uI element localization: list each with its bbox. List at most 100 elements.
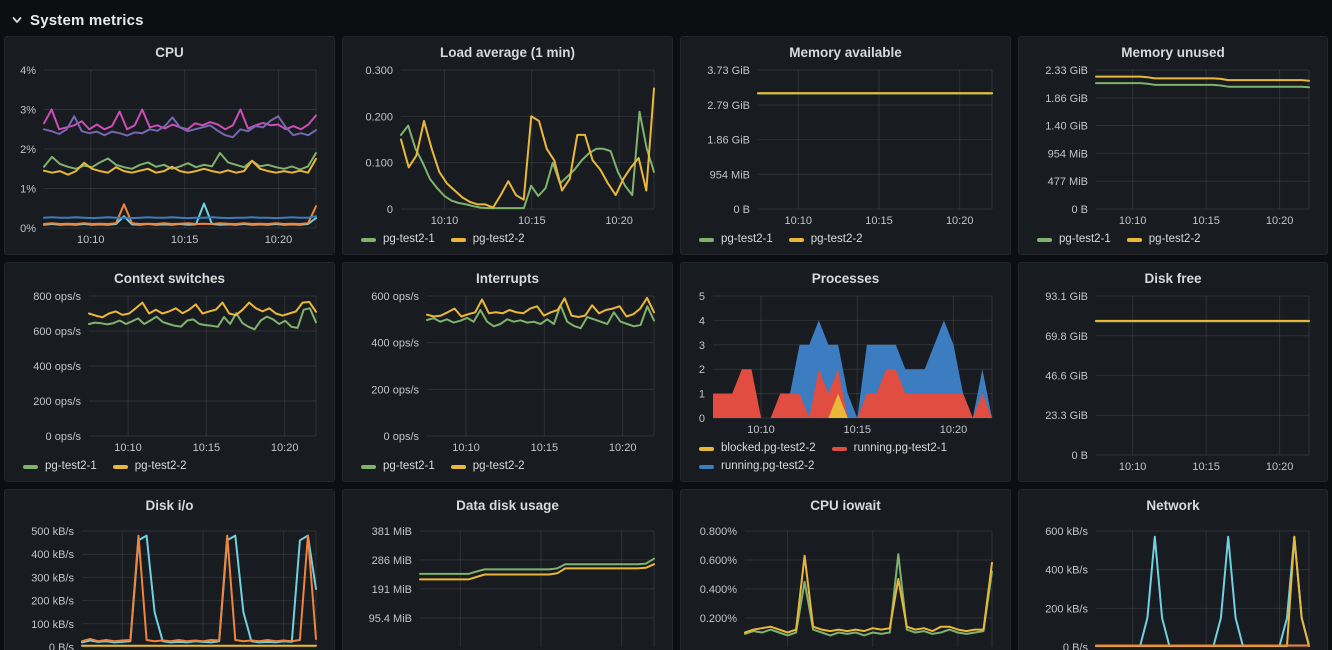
panel-memory-available: Memory available0 B954 MiB1.86 GiB2.79 G… [680,36,1011,255]
y-axis-tick-label: 0.100 [365,158,393,170]
chart-canvas[interactable]: 0.200%0.400%0.600%0.800%10:1010:1510:20 [691,517,1000,650]
panel-title[interactable]: CPU [15,42,324,64]
series-line-pg-test2-1 [745,554,992,635]
y-axis-tick-label: 95.4 MiB [369,613,412,625]
panel-title[interactable]: CPU iowait [691,495,1000,517]
series-color-swatch [361,465,376,469]
legend-item[interactable]: pg-test2-1 [361,459,435,474]
chart-canvas[interactable]: 0 B23.3 GiB46.6 GiB69.8 GiB93.1 GiB10:10… [1029,290,1317,475]
series-line-orange-series [44,204,316,224]
y-axis-tick-label: 2.79 GiB [707,100,750,112]
series-color-swatch [361,238,376,242]
legend-label: pg-test2-2 [473,459,525,474]
series-line-purple-series [44,116,316,137]
y-axis-tick-label: 93.1 GiB [1045,291,1088,303]
series-line-green-series [44,153,316,170]
chart-canvas[interactable]: 0 ops/s200 ops/s400 ops/s600 ops/s10:101… [353,290,662,456]
legend-item[interactable]: pg-test2-2 [113,459,187,474]
panel-title[interactable]: Memory unused [1029,42,1317,64]
chart-canvas[interactable]: 00.1000.2000.30010:1010:1510:20 [353,64,662,229]
legend-label: running.pg-test2-1 [854,441,947,456]
legend-item[interactable]: running.pg-test2-2 [699,459,814,474]
x-axis-tick-label: 10:15 [1192,215,1220,227]
y-axis-tick-label: 0 B/s [49,642,75,650]
series-line-yellow-series [1096,537,1309,646]
x-axis-tick-label: 10:10 [784,215,812,227]
chart-canvas[interactable]: 01234510:1010:1510:20 [691,290,1000,438]
legend: pg-test2-1 pg-test2-2 [15,456,324,475]
legend-item[interactable]: pg-test2-2 [451,232,525,247]
panel-title[interactable]: Processes [691,268,1000,290]
panel-title[interactable]: Network [1029,495,1317,517]
legend-item[interactable]: pg-test2-1 [1037,232,1111,247]
legend-label: pg-test2-2 [811,232,863,247]
series-color-swatch [1127,238,1142,242]
series-line-pg-test2-2 [1096,77,1309,81]
series-color-swatch [699,447,714,451]
panel-title[interactable]: Disk free [1029,268,1317,290]
x-axis-tick-label: 10:15 [171,234,199,246]
y-axis-tick-label: 0 [387,204,393,216]
legend-item[interactable]: pg-test2-1 [361,232,435,247]
series-color-swatch [451,238,466,242]
x-axis-tick-label: 10:10 [1119,461,1147,473]
series-line-pg-test2-1 [420,559,654,574]
panel-title[interactable]: Disk i/o [15,495,324,517]
chart-canvas[interactable]: 0 B/s200 kB/s400 kB/s600 kB/s10:1010:151… [1029,517,1317,650]
panel-context-switches: Context switches0 ops/s200 ops/s400 ops/… [4,262,335,482]
chevron-down-icon [10,13,24,27]
legend-item[interactable]: pg-test2-1 [23,459,97,474]
legend-item[interactable]: blocked.pg-test2-2 [699,441,816,456]
y-axis-tick-label: 0 B [733,204,750,216]
y-axis-tick-label: 1.86 GiB [707,135,750,147]
chart-canvas[interactable]: 0 B954 MiB1.86 GiB2.79 GiB3.73 GiB10:101… [691,64,1000,229]
y-axis-tick-label: 0 [699,413,705,425]
y-axis-tick-label: 500 kB/s [31,526,74,538]
legend-item[interactable]: pg-test2-2 [789,232,863,247]
y-axis-tick-label: 69.8 GiB [1045,331,1088,343]
x-axis-tick-label: 10:10 [452,442,480,454]
series-line-pg-test2-1 [89,308,316,329]
legend: pg-test2-1 pg-test2-2 [1029,229,1317,248]
legend-item[interactable]: pg-test2-2 [451,459,525,474]
legend-item[interactable]: pg-test2-1 [699,232,773,247]
legend-label: pg-test2-1 [721,232,773,247]
panel-cpu: CPU0%1%2%3%4%10:1010:1510:20 [4,36,335,255]
panel-title[interactable]: Context switches [15,268,324,290]
panel-title[interactable]: Load average (1 min) [353,42,662,64]
x-axis-tick-label: 10:10 [747,424,775,436]
panel-title[interactable]: Interrupts [353,268,662,290]
panel-disk-free: Disk free0 B23.3 GiB46.6 GiB69.8 GiB93.1… [1018,262,1328,482]
x-axis-tick-label: 10:10 [431,215,459,227]
panel-interrupts: Interrupts0 ops/s200 ops/s400 ops/s600 o… [342,262,673,482]
chart-canvas[interactable]: 95.4 MiB191 MiB286 MiB381 MiB10:1010:151… [353,517,662,650]
chart-canvas[interactable]: 0 ops/s200 ops/s400 ops/s600 ops/s800 op… [15,290,324,456]
dashboard-grid: CPU0%1%2%3%4%10:1010:1510:20Load average… [0,36,1332,650]
y-axis-tick-label: 3% [20,105,36,117]
y-axis-tick-label: 0% [20,223,36,235]
y-axis-tick-label: 800 ops/s [33,291,81,303]
chart-canvas[interactable]: 0 B/s100 kB/s200 kB/s300 kB/s400 kB/s500… [15,517,324,650]
x-axis-tick-label: 10:20 [265,234,293,246]
panel-title[interactable]: Memory available [691,42,1000,64]
y-axis-tick-label: 0 B [1071,450,1088,462]
panel-data-disk-usage: Data disk usage95.4 MiB191 MiB286 MiB381… [342,489,673,650]
y-axis-tick-label: 200 kB/s [31,596,74,608]
y-axis-tick-label: 0 ops/s [384,431,420,443]
y-axis-tick-label: 5 [699,291,705,303]
y-axis-tick-label: 600 kB/s [1045,526,1088,538]
x-axis-tick-label: 10:15 [865,215,893,227]
row-header-system-metrics[interactable]: System metrics [0,0,1332,36]
x-axis-tick-label: 10:20 [1266,461,1294,473]
y-axis-tick-label: 3 [699,340,705,352]
legend-label: pg-test2-1 [383,459,435,474]
y-axis-tick-label: 600 ops/s [33,326,81,338]
series-line-blue-series [44,216,316,218]
y-axis-tick-label: 1% [20,184,36,196]
legend-item[interactable]: pg-test2-2 [1127,232,1201,247]
chart-canvas[interactable]: 0%1%2%3%4%10:1010:1510:20 [15,64,324,248]
chart-canvas[interactable]: 0 B477 MiB954 MiB1.40 GiB1.86 GiB2.33 Gi… [1029,64,1317,229]
panel-title[interactable]: Data disk usage [353,495,662,517]
x-axis-tick-label: 10:10 [77,234,105,246]
legend-item[interactable]: running.pg-test2-1 [832,441,947,456]
